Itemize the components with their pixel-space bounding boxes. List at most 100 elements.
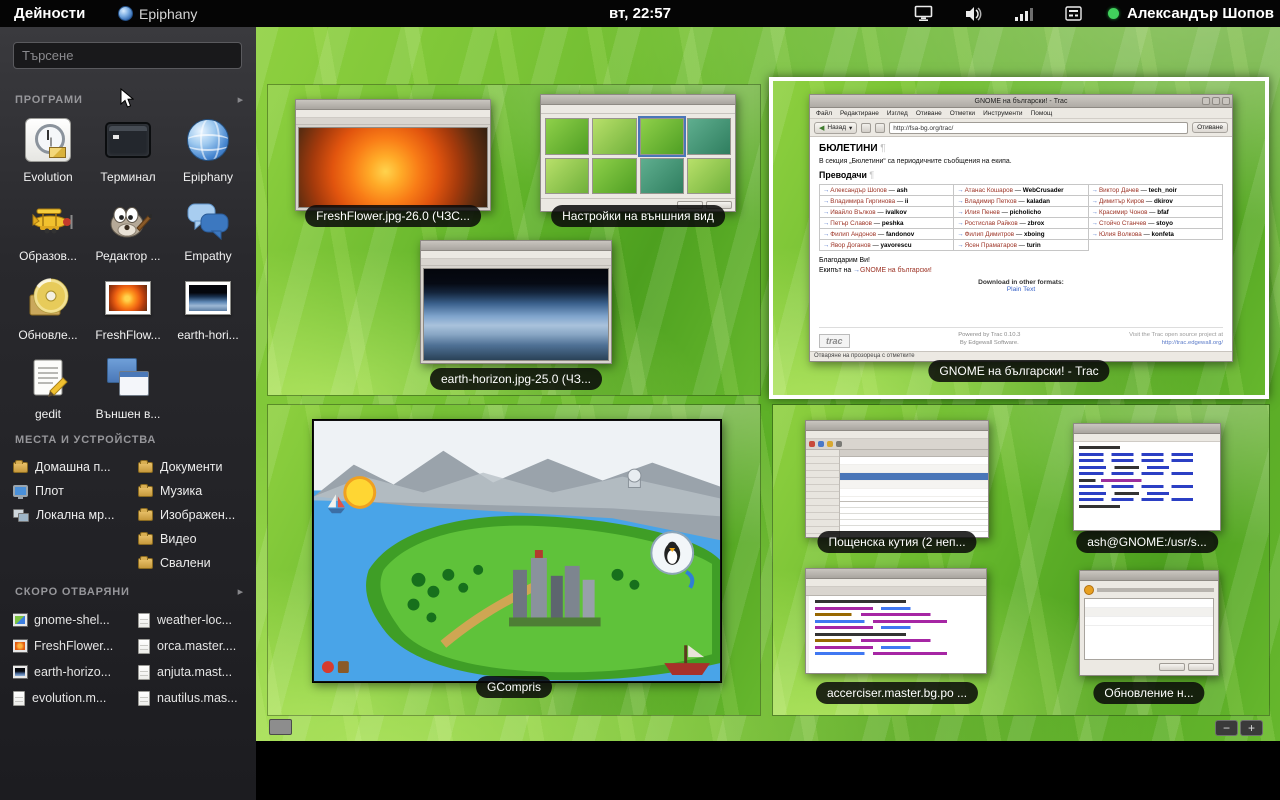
translator-cell: Виктор Дачевtech_noir [1089,185,1223,196]
recent-item[interactable]: anjuta.mast... [138,659,255,685]
app-item-gcompris[interactable]: Образов... [8,190,88,266]
app-item-empathy[interactable]: Empathy [168,190,248,266]
place-home[interactable]: Домашна п... [13,455,130,479]
music-folder-icon [138,486,153,497]
close-icon[interactable] [1222,97,1230,105]
window-earth-image[interactable] [420,240,612,364]
workspace-3[interactable]: GCompris [268,405,760,715]
app-item-gedit[interactable]: gedit [8,348,88,424]
window-update-manager[interactable] [1079,570,1219,676]
translator-cell: Димитър Кировdkirov [1089,196,1223,207]
activities-button[interactable]: Дейности [8,0,91,27]
wallpaper-thumbnails [541,114,735,198]
place-pictures[interactable]: Изображен... [138,503,255,527]
update-icon [1084,585,1094,595]
minimize-icon[interactable] [1202,97,1210,105]
translator-cell: Александър Шоповash [820,185,954,196]
workspace-2-active[interactable]: GNOME на български! - Trac Файл Редактир… [769,77,1269,399]
window-freshflower-image[interactable] [295,99,491,211]
plain-text-link[interactable]: Plain Text [819,286,1223,293]
gimp-icon [91,193,165,245]
translator-cell: Илия Пеневpicholicho [954,207,1088,218]
gcompris-icon [11,193,85,245]
menu-view[interactable]: Изглед [887,110,908,117]
expand-recent-icon[interactable] [238,585,244,598]
display-icon[interactable] [914,5,933,22]
back-button[interactable]: ◀Назад▾ [814,122,857,134]
remove-workspace-button[interactable]: − [1215,720,1238,736]
app-item-freshflower[interactable]: FreshFlow... [88,269,168,345]
menu-file[interactable]: Файл [816,110,832,117]
back-arrow-icon: ◀ [819,124,824,132]
user-menu[interactable]: Александър Шопов [1108,5,1274,22]
workspace-1[interactable]: FreshFlower.jpg-26.0 (ЧЗС... Настройки н… [268,85,760,395]
app-item-appearance[interactable]: Външен в... [88,348,168,424]
recent-item[interactable]: weather-loc... [138,607,255,633]
app-item-gimp[interactable]: Редактор ... [88,190,168,266]
trac-url-link[interactable]: http://trac.edgewall.org/ [1129,339,1223,348]
window-gcompris[interactable] [312,419,722,683]
window-gedit-po-file[interactable] [805,568,987,674]
menu-go[interactable]: Отиване [916,110,942,117]
app-item-earth-horizon[interactable]: earth-hori... [168,269,248,345]
app-item-epiphany[interactable]: Epiphany [168,111,248,187]
recent-item[interactable]: evolution.m... [13,685,130,711]
evolution-toolbar [806,439,988,450]
app-item-updates[interactable]: Обновле... [8,269,88,345]
workspace-indicator[interactable] [269,719,292,735]
place-network[interactable]: Локална мр... [13,503,130,527]
window-controls [1202,97,1230,105]
recent-item[interactable]: nautilus.mas... [138,685,255,711]
place-music[interactable]: Музика [138,479,255,503]
app-item-terminal[interactable]: Терминал [88,111,168,187]
documents-folder-icon [138,462,153,473]
app-item-evolution[interactable]: Evolution [8,111,88,187]
text-file-icon [138,639,150,654]
window-evolution-inbox[interactable] [805,420,989,538]
window-label: Настройки на външния вид [551,205,725,227]
programs-section-header: ПРОГРАМИ [15,93,244,106]
forward-icon[interactable] [861,123,871,133]
place-videos[interactable]: Видео [138,527,255,551]
message-list [840,450,988,537]
go-button[interactable]: Отиване [1192,122,1228,133]
recent-item[interactable]: FreshFlower... [13,633,130,659]
translator-cell: Юлия Волковаkonfeta [1089,229,1223,240]
menu-help[interactable]: Помощ [1031,110,1053,117]
window-appearance-settings[interactable] [540,94,736,212]
recent-item[interactable]: orca.master.... [138,633,255,659]
translator-cell: Стойчо Станчевstoyo [1089,218,1223,229]
menu-edit[interactable]: Редактиране [840,110,879,117]
places-header-label: МЕСТА И УСТРОЙСТВА [15,434,156,446]
flower-image [298,127,488,208]
clock[interactable]: вт, 22:57 [609,0,671,27]
trac-logo[interactable]: trac [819,334,850,348]
expand-programs-icon[interactable] [238,93,244,106]
menu-tools[interactable]: Инструменти [983,110,1023,117]
window-terminal[interactable] [1073,423,1221,531]
presence-status-icon [1108,8,1119,19]
workspace-4[interactable]: Пощенска кутия (2 неп... ash@GNOME:/usr/… [773,405,1269,715]
volume-icon[interactable] [965,6,983,22]
place-desktop[interactable]: Плот [13,479,130,503]
reload-icon[interactable] [875,123,885,133]
window-label: ash@GNOME:/usr/s... [1076,531,1218,553]
recent-section-header: СКОРО ОТВАРЯНИ [15,585,244,598]
url-bar[interactable]: http://fsa-bg.org/trac/ [889,122,1188,134]
text-file-icon [13,691,25,706]
recent-item[interactable]: gnome-shel... [13,607,130,633]
download-formats-label: Download in other formats: [819,279,1223,286]
recent-item[interactable]: earth-horizo... [13,659,130,685]
maximize-icon[interactable] [1212,97,1220,105]
window-epiphany-trac[interactable]: GNOME на български! - Trac Файл Редактир… [809,94,1233,362]
browser-menubar: Файл Редактиране Изглед Отиване Отметки … [810,108,1232,119]
team-link[interactable]: GNOME на български! [853,267,932,274]
focused-app-indicator[interactable]: Epiphany [118,0,197,27]
input-method-icon[interactable] [1065,6,1082,21]
add-workspace-button[interactable]: + [1240,720,1263,736]
place-documents[interactable]: Документи [138,455,255,479]
place-downloads[interactable]: Свалени [138,551,255,575]
menu-bookmarks[interactable]: Отметки [950,110,975,117]
search-input[interactable] [13,42,242,69]
network-signal-icon[interactable] [1015,7,1033,21]
